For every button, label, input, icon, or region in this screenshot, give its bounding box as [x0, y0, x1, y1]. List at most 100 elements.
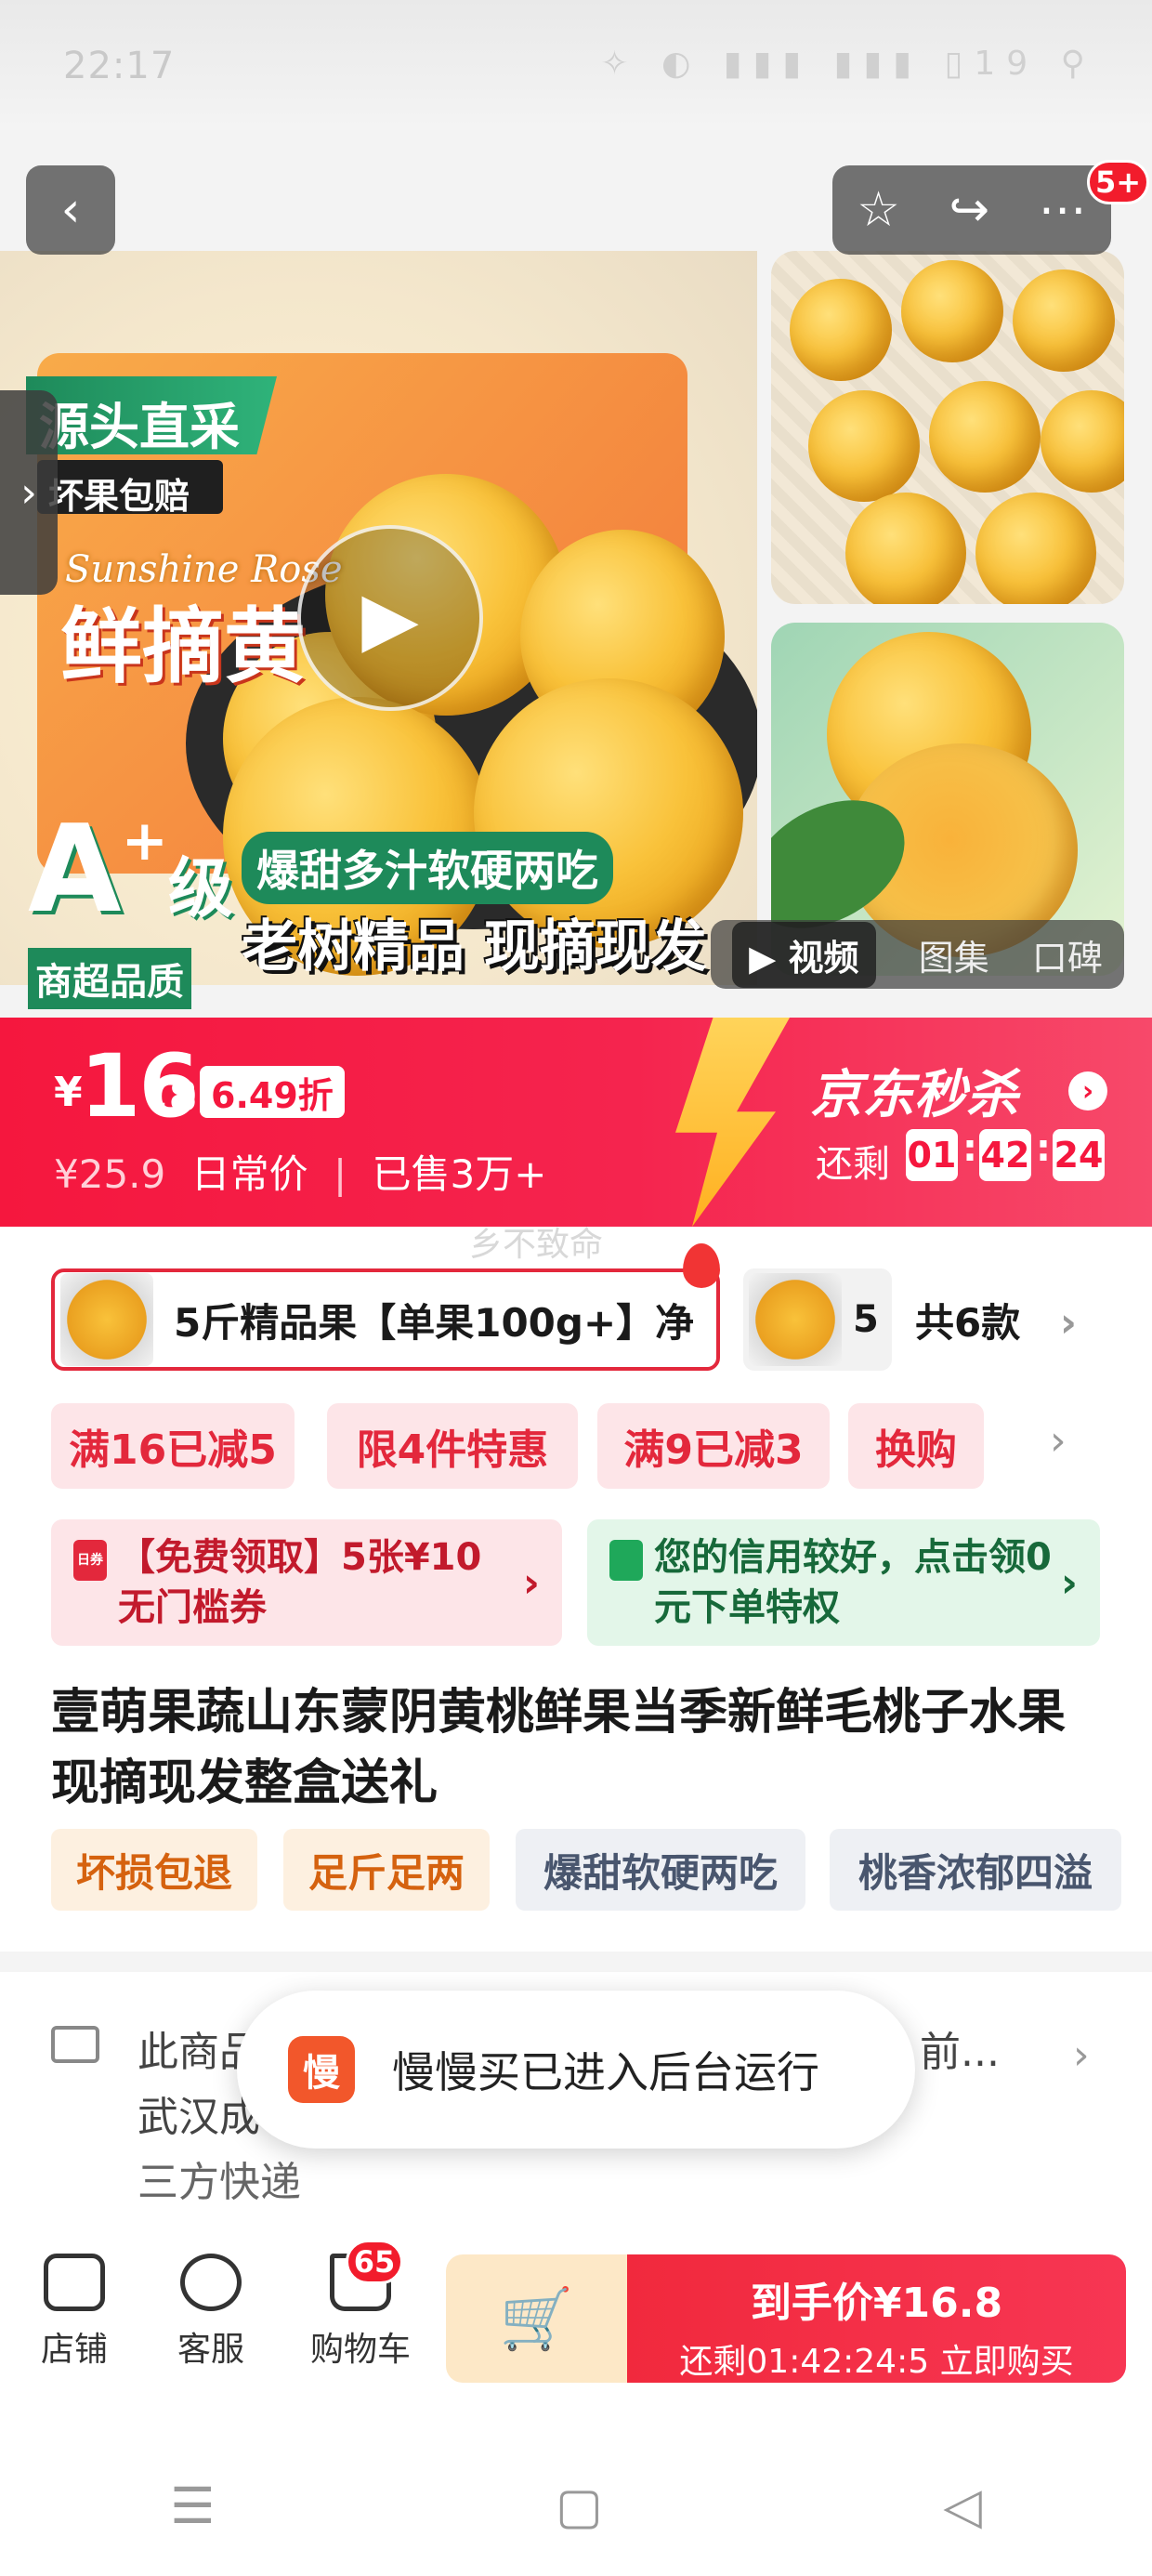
status-bar: 22:17 ✧ ◐ ▮▮▮ ▮▮▮ ▯19 ⚲ [0, 0, 1152, 130]
sku-option-selected[interactable]: 5斤精品果【单果100g+】净 [51, 1268, 720, 1371]
sku-option[interactable]: 5 [743, 1268, 892, 1371]
coupon-text: 【免费领取】5张¥10无门槛券 [118, 1536, 482, 1629]
jd-flash-sale-title[interactable]: 京东秒杀 [810, 1053, 1018, 1128]
promo-chip[interactable]: 换购 [848, 1403, 984, 1489]
discount-badge: 6.49折 [200, 1066, 345, 1118]
chat-icon [180, 2254, 242, 2311]
credit-privilege-card[interactable]: 您的信用较好，点击领0元下单特权 › [587, 1519, 1100, 1646]
lightning-icon [675, 1018, 790, 1227]
service-label: 客服 [177, 2331, 244, 2369]
bad-fruit-compensation-tag: 坏果包赔 [37, 460, 223, 517]
back-nav-icon[interactable]: ◁ [943, 2477, 982, 2535]
original-price: ¥25.9 [54, 1151, 166, 1197]
buy-price: 到手价¥16.8 [750, 2280, 1003, 2327]
shipping-line-3: 三方快递 [137, 2159, 301, 2206]
slogan-fresh: 老树精品 现摘现发 [242, 914, 707, 979]
sku-thumbnail [60, 1273, 153, 1366]
promo-chip[interactable]: 满16已减5 [51, 1403, 295, 1489]
tab-reviews[interactable]: 口碑 [1032, 929, 1103, 980]
divider: | [333, 1151, 347, 1197]
top-actions: ☆ ↪ ⋯ [832, 165, 1111, 255]
background-toast: 慢 慢慢买已进入后台运行 [237, 1991, 915, 2149]
share-icon[interactable]: ↪ [949, 182, 990, 238]
slogan-sweet: 爆甜多汁软硬两吃 [242, 832, 613, 904]
back-icon: ‹ [60, 182, 81, 238]
feature-tag: 坏损包退 [51, 1829, 257, 1911]
app-logo-icon: 慢 [288, 2036, 355, 2103]
feature-tag: 爆甜软硬两吃 [516, 1829, 805, 1911]
original-price-line: ¥25.9 日常价 | 已售3万+ [54, 1143, 546, 1200]
countdown-minutes: 42 [979, 1129, 1031, 1181]
countdown-hours: 01 [906, 1129, 958, 1181]
thumbnail-peach-box[interactable] [771, 251, 1124, 604]
tab-video[interactable]: ▶ 视频 [732, 921, 876, 988]
countdown-colon: : [1036, 1127, 1051, 1170]
sku-label: 5斤精品果【单果100g+】净 [174, 1299, 695, 1346]
free-coupon-card[interactable]: 日券 【免费领取】5张¥10无门槛券 › [51, 1519, 562, 1646]
hot-fire-icon [683, 1243, 720, 1288]
grade-plus: + [121, 808, 168, 874]
sku-total: 共6款 [915, 1300, 1021, 1346]
shipping-line-1-end: 前... [920, 2029, 1000, 2076]
promo-chip[interactable]: 限4件特惠 [327, 1403, 578, 1489]
price-symbol: ¥ [54, 1069, 83, 1116]
grade-letter: A [28, 798, 122, 940]
flash-sale-banner: ¥ 16 .8 6.49折 ¥25.9 日常价 | 已售3万+ 京东秒杀 › 还… [0, 1018, 1152, 1227]
play-icon[interactable]: ▶ [297, 525, 483, 711]
source-direct-tag: 源头直采 [26, 376, 277, 454]
home-icon[interactable]: ▢ [556, 2477, 603, 2535]
shop-label: 店铺 [40, 2331, 108, 2369]
countdown-seconds: 24 [1053, 1129, 1105, 1181]
cart-add-icon: 🛒 [499, 2284, 574, 2354]
feature-tag: 足斤足两 [283, 1829, 490, 1911]
sku-total-link[interactable]: 共6款 › [915, 1292, 1077, 1348]
side-expand-handle[interactable]: › [0, 390, 58, 595]
back-button[interactable]: ‹ [26, 165, 115, 255]
chevron-right-icon: › [1059, 1299, 1077, 1347]
media-tabs: ▶ 视频 图集 口碑 [711, 920, 1124, 989]
privilege-text: 您的信用较好，点击领0元下单特权 [654, 1536, 1052, 1629]
remain-label: 还剩 [816, 1143, 890, 1186]
feature-tag: 桃香浓郁四溢 [830, 1829, 1121, 1911]
grade-subtitle: 商超品质 [28, 948, 191, 1009]
chevron-right-icon[interactable]: › [1073, 2031, 1090, 2079]
coupon-icon: 日券 [73, 1540, 107, 1581]
tab-gallery[interactable]: 图集 [919, 929, 989, 980]
countdown-colon: : [962, 1127, 977, 1170]
cart-count-badge: 65 [346, 2240, 403, 2284]
buy-countdown: 还剩01:42:24:5 立即购买 [679, 2343, 1074, 2381]
sku-thumbnail [749, 1273, 842, 1366]
more-icon[interactable]: ⋯ [1039, 182, 1087, 238]
chevron-right-icon: › [1060, 1558, 1078, 1607]
bag-icon [609, 1540, 643, 1581]
grade-level: 级 [167, 850, 233, 927]
truck-icon [51, 2026, 99, 2063]
shop-icon [44, 2254, 105, 2311]
original-price-label: 日常价 [190, 1151, 308, 1197]
chevron-right-icon: › [522, 1558, 540, 1607]
shop-button[interactable]: 店铺 [19, 2254, 130, 2371]
service-button[interactable]: 客服 [155, 2254, 267, 2371]
message-badge: 5+ [1087, 160, 1150, 204]
price-decimal: .8 [153, 1073, 198, 1121]
buy-now-button[interactable]: 到手价¥16.8 还剩01:42:24:5 立即购买 [627, 2254, 1126, 2383]
system-nav-bar: ☰ ▢ ◁ [0, 2435, 1152, 2576]
brand-chinese: 鲜摘黄 [60, 598, 307, 694]
product-title: 壹萌果蔬山东蒙阴黄桃鲜果当季新鲜毛桃子水果现摘现发整盒送礼 [51, 1685, 1067, 1811]
section-divider [0, 1952, 1152, 1972]
toast-message: 慢慢买已进入后台运行 [392, 2047, 819, 2097]
product-gallery[interactable]: Sunshine Rose 鲜摘黄 源头直采 坏果包赔 A+级 商超品质 爆甜多… [0, 130, 1152, 1018]
chevron-right-icon[interactable]: › [1068, 1071, 1107, 1111]
sku-label: 5 [853, 1298, 879, 1341]
star-icon[interactable]: ☆ [857, 182, 900, 238]
grade-badge: A+级 商超品质 [28, 808, 233, 1009]
watermark: 乡不致命 [469, 1226, 604, 1264]
chevron-right-icon[interactable]: › [1050, 1417, 1067, 1465]
menu-icon[interactable]: ☰ [170, 2477, 215, 2535]
promo-chip[interactable]: 满9已减3 [597, 1403, 830, 1489]
status-time: 22:17 [63, 45, 176, 87]
cart-label: 购物车 [309, 2331, 411, 2369]
add-to-cart-button[interactable]: 🛒 [446, 2254, 627, 2383]
status-icons: ✧ ◐ ▮▮▮ ▮▮▮ ▯19 ⚲ [600, 45, 1096, 83]
sold-count: 已售3万+ [372, 1151, 547, 1197]
